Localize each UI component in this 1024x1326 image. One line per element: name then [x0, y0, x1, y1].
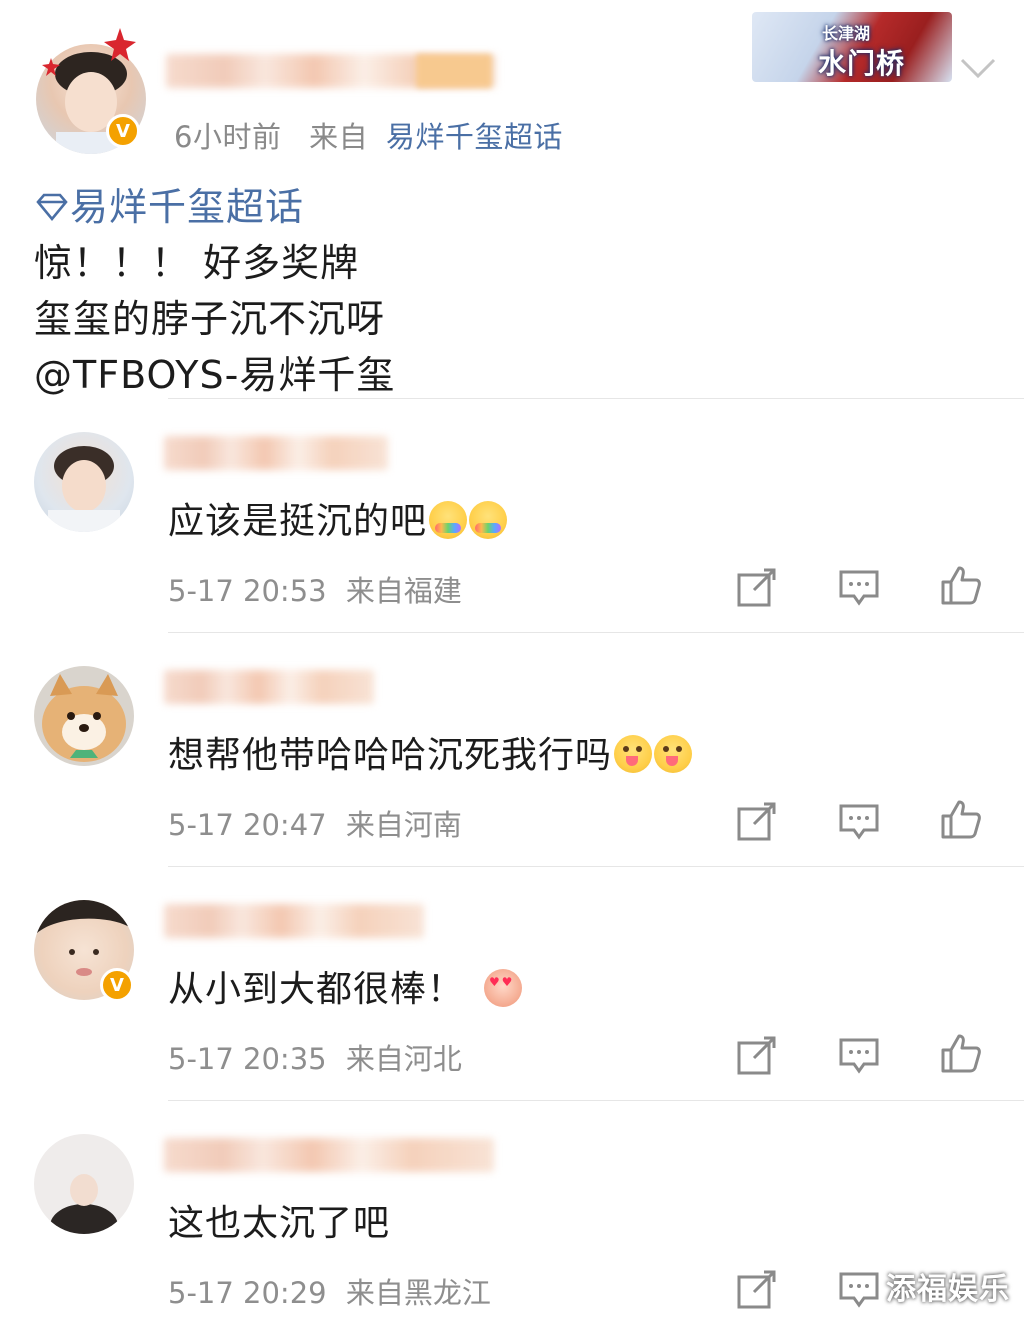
post-line-1: 惊！！！ 好多奖牌	[34, 241, 360, 285]
repost-icon[interactable]	[736, 1034, 778, 1076]
verified-badge: V	[106, 114, 140, 148]
comment-text: 应该是挺沉的吧	[168, 492, 508, 544]
comment-avatar[interactable]	[34, 666, 134, 766]
like-icon[interactable]	[940, 798, 982, 840]
repost-icon[interactable]	[736, 1268, 778, 1310]
comment-location: 来自黑龙江	[345, 1276, 491, 1310]
like-icon[interactable]	[940, 1032, 982, 1074]
post-source-link[interactable]: 易烊千玺超话	[386, 120, 563, 154]
divider	[168, 1100, 1024, 1101]
comment-avatar[interactable]	[34, 1134, 134, 1234]
watermark: 添福娱乐	[886, 1272, 1010, 1307]
comment-meta: 5-17 20:29 来自黑龙江	[168, 1270, 491, 1312]
comment-username-blurred[interactable]	[164, 904, 424, 938]
post-topic-label[interactable]: 易烊千玺超话	[70, 185, 304, 229]
repost-icon[interactable]	[736, 566, 778, 608]
tongue-emoji-icon	[654, 735, 693, 773]
comment-avatar-image	[48, 446, 120, 532]
comment-text-body: 想帮他带哈哈哈沉死我行吗	[168, 735, 613, 776]
comment-icon[interactable]	[838, 1268, 880, 1310]
post-mention[interactable]: @TFBOYS-易烊千玺	[34, 344, 395, 399]
comment-time: 5-17 20:35	[168, 1042, 327, 1076]
small-flower-icon	[42, 58, 60, 76]
comment-meta: 5-17 20:53 来自福建	[168, 568, 462, 610]
comment-location: 来自河北	[345, 1042, 462, 1076]
verified-badge: V	[100, 968, 134, 1002]
username-decoration	[416, 54, 492, 88]
repost-icon[interactable]	[736, 800, 778, 842]
comment-text: 想帮他带哈哈哈沉死我行吗	[168, 726, 693, 778]
comment-meta: 5-17 20:35 来自河北	[168, 1036, 462, 1078]
comment-location: 来自河南	[345, 808, 462, 842]
banner-line2: 水门桥	[818, 47, 906, 80]
comment-time: 5-17 20:29	[168, 1276, 327, 1310]
banner-line1: 长津湖	[822, 24, 871, 43]
comment-icon[interactable]	[838, 566, 880, 608]
divider	[168, 632, 1024, 633]
post-source-prefix: 来自	[309, 120, 369, 154]
post-line-2: 玺玺的脖子沉不沉呀	[34, 297, 386, 341]
comment-username-blurred[interactable]	[164, 670, 374, 704]
topic-diamond-icon	[36, 193, 68, 222]
post-meta: 6小时前 来自 易烊千玺超话	[174, 114, 563, 156]
comment-text: 这也太沉了吧	[168, 1194, 390, 1246]
like-icon[interactable]	[940, 564, 982, 606]
rainbow-emoji-icon	[469, 501, 508, 539]
comment-icon[interactable]	[838, 800, 880, 842]
comment-text-body: 这也太沉了吧	[168, 1203, 391, 1244]
comment-text: 从小到大都很棒！	[168, 960, 523, 1012]
comment-icon[interactable]	[838, 1034, 880, 1076]
comment-location: 来自福建	[345, 574, 462, 608]
movie-banner[interactable]: 长津湖 水门桥	[752, 12, 952, 82]
comment-time: 5-17 20:53	[168, 574, 327, 608]
chevron-down-icon[interactable]	[958, 56, 998, 80]
comment-text-body: 应该是挺沉的吧	[168, 501, 428, 542]
comment-username-blurred[interactable]	[164, 1138, 494, 1172]
comment-avatar[interactable]	[34, 432, 134, 532]
comment-meta: 5-17 20:47 来自河南	[168, 802, 462, 844]
tongue-emoji-icon	[614, 735, 653, 773]
divider	[168, 866, 1024, 867]
post-topic[interactable]: 易烊千玺超话	[34, 176, 304, 231]
comment-time: 5-17 20:47	[168, 808, 327, 842]
post-time: 6小时前	[174, 120, 282, 154]
heart-eyes-emoji-icon	[484, 969, 523, 1007]
rainbow-emoji-icon	[429, 501, 468, 539]
comment-username-blurred[interactable]	[164, 436, 388, 470]
comment-avatar-image	[50, 1174, 118, 1234]
dog-avatar-image	[42, 674, 126, 762]
divider	[168, 398, 1024, 399]
red-flower-icon	[104, 28, 136, 61]
comment-text-body: 从小到大都很棒！	[168, 969, 465, 1010]
